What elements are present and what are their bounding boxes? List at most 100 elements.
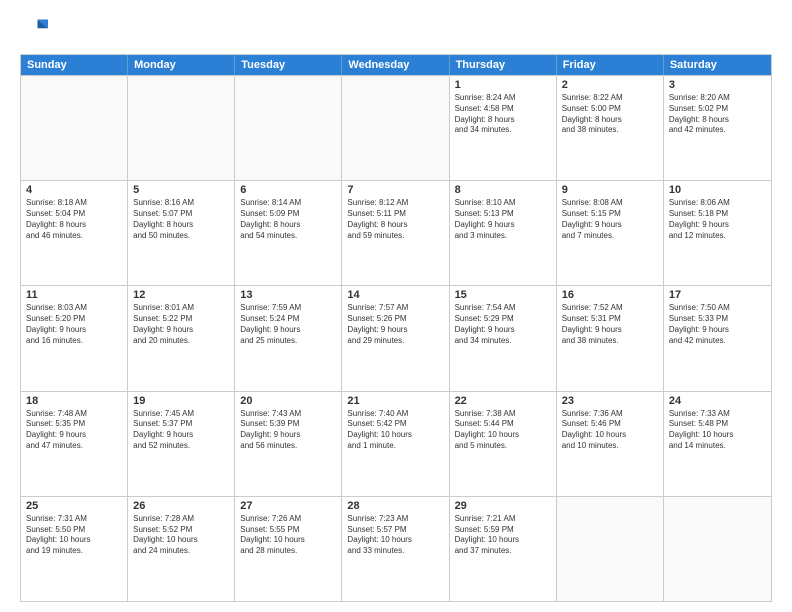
day-header-tuesday: Tuesday <box>235 55 342 75</box>
cal-cell: 19 Sunrise: 7:45 AM Sunset: 5:37 PM Dayli… <box>128 392 235 496</box>
cal-cell: 26 Sunrise: 7:28 AM Sunset: 5:52 PM Dayli… <box>128 497 235 601</box>
day-number: 29 <box>455 500 551 512</box>
cal-cell: 5Sunrise: 8:16 AM Sunset: 5:07 PM Daylig… <box>128 181 235 285</box>
day-info: Sunrise: 7:59 AM Sunset: 5:24 PM Dayligh… <box>240 303 336 346</box>
cal-cell: 17 Sunrise: 7:50 AM Sunset: 5:33 PM Dayli… <box>664 286 771 390</box>
calendar-header: SundayMondayTuesdayWednesdayThursdayFrid… <box>21 55 771 75</box>
day-info: Sunrise: 7:50 AM Sunset: 5:33 PM Dayligh… <box>669 303 766 346</box>
day-number: 4 <box>26 184 122 196</box>
cal-cell: 9 Sunrise: 8:08 AM Sunset: 5:15 PM Daylig… <box>557 181 664 285</box>
week-row-2: 4 Sunrise: 8:18 AM Sunset: 5:04 PM Daylig… <box>21 180 771 285</box>
day-info: Sunrise: 7:23 AM Sunset: 5:57 PM Dayligh… <box>347 514 443 557</box>
day-number: 13 <box>240 289 336 301</box>
day-info: Sunrise: 8:06 AM Sunset: 5:18 PM Dayligh… <box>669 198 766 241</box>
day-info: Sunrise: 8:16 AM Sunset: 5:07 PM Dayligh… <box>133 198 229 241</box>
day-header-saturday: Saturday <box>664 55 771 75</box>
cal-cell <box>21 76 128 180</box>
day-header-sunday: Sunday <box>21 55 128 75</box>
cal-cell <box>128 76 235 180</box>
day-number: 8 <box>455 184 551 196</box>
cal-cell: 28 Sunrise: 7:23 AM Sunset: 5:57 PM Dayli… <box>342 497 449 601</box>
day-info: Sunrise: 8:12 AM Sunset: 5:11 PM Dayligh… <box>347 198 443 241</box>
day-number: 19 <box>133 395 229 407</box>
day-number: 25 <box>26 500 122 512</box>
cal-cell <box>664 497 771 601</box>
day-info: Sunrise: 7:31 AM Sunset: 5:50 PM Dayligh… <box>26 514 122 557</box>
cal-cell <box>342 76 449 180</box>
day-number: 14 <box>347 289 443 301</box>
day-info: Sunrise: 8:18 AM Sunset: 5:04 PM Dayligh… <box>26 198 122 241</box>
day-info: Sunrise: 8:14 AM Sunset: 5:09 PM Dayligh… <box>240 198 336 241</box>
day-info: Sunrise: 7:33 AM Sunset: 5:48 PM Dayligh… <box>669 409 766 452</box>
day-info: Sunrise: 8:20 AM Sunset: 5:02 PM Dayligh… <box>669 93 766 136</box>
cal-cell: 10Sunrise: 8:06 AM Sunset: 5:18 PM Dayli… <box>664 181 771 285</box>
calendar-body: 1Sunrise: 8:24 AM Sunset: 4:58 PM Daylig… <box>21 75 771 601</box>
cal-cell: 8 Sunrise: 8:10 AM Sunset: 5:13 PM Daylig… <box>450 181 557 285</box>
day-number: 9 <box>562 184 658 196</box>
day-info: Sunrise: 7:48 AM Sunset: 5:35 PM Dayligh… <box>26 409 122 452</box>
day-header-thursday: Thursday <box>450 55 557 75</box>
cal-cell: 11 Sunrise: 8:03 AM Sunset: 5:20 PM Dayli… <box>21 286 128 390</box>
cal-cell: 4 Sunrise: 8:18 AM Sunset: 5:04 PM Daylig… <box>21 181 128 285</box>
day-number: 6 <box>240 184 336 196</box>
week-row-3: 11 Sunrise: 8:03 AM Sunset: 5:20 PM Dayli… <box>21 285 771 390</box>
day-number: 12 <box>133 289 229 301</box>
day-info: Sunrise: 7:43 AM Sunset: 5:39 PM Dayligh… <box>240 409 336 452</box>
logo <box>20 16 52 44</box>
day-number: 20 <box>240 395 336 407</box>
cal-cell: 18 Sunrise: 7:48 AM Sunset: 5:35 PM Dayli… <box>21 392 128 496</box>
week-row-5: 25 Sunrise: 7:31 AM Sunset: 5:50 PM Dayli… <box>21 496 771 601</box>
logo-icon <box>20 16 48 44</box>
day-header-friday: Friday <box>557 55 664 75</box>
day-number: 2 <box>562 79 658 91</box>
day-number: 17 <box>669 289 766 301</box>
day-header-monday: Monday <box>128 55 235 75</box>
day-info: Sunrise: 7:21 AM Sunset: 5:59 PM Dayligh… <box>455 514 551 557</box>
day-number: 16 <box>562 289 658 301</box>
cal-cell: 7 Sunrise: 8:12 AM Sunset: 5:11 PM Daylig… <box>342 181 449 285</box>
week-row-1: 1Sunrise: 8:24 AM Sunset: 4:58 PM Daylig… <box>21 75 771 180</box>
day-number: 28 <box>347 500 443 512</box>
cal-cell: 12 Sunrise: 8:01 AM Sunset: 5:22 PM Dayli… <box>128 286 235 390</box>
cal-cell <box>557 497 664 601</box>
cal-cell: 6 Sunrise: 8:14 AM Sunset: 5:09 PM Daylig… <box>235 181 342 285</box>
day-info: Sunrise: 8:22 AM Sunset: 5:00 PM Dayligh… <box>562 93 658 136</box>
cal-cell: 23Sunrise: 7:36 AM Sunset: 5:46 PM Dayli… <box>557 392 664 496</box>
day-info: Sunrise: 8:01 AM Sunset: 5:22 PM Dayligh… <box>133 303 229 346</box>
cal-cell: 21Sunrise: 7:40 AM Sunset: 5:42 PM Dayli… <box>342 392 449 496</box>
day-info: Sunrise: 7:52 AM Sunset: 5:31 PM Dayligh… <box>562 303 658 346</box>
day-number: 1 <box>455 79 551 91</box>
cal-cell: 16 Sunrise: 7:52 AM Sunset: 5:31 PM Dayli… <box>557 286 664 390</box>
cal-cell: 14 Sunrise: 7:57 AM Sunset: 5:26 PM Dayli… <box>342 286 449 390</box>
day-info: Sunrise: 8:08 AM Sunset: 5:15 PM Dayligh… <box>562 198 658 241</box>
cal-cell: 27 Sunrise: 7:26 AM Sunset: 5:55 PM Dayli… <box>235 497 342 601</box>
day-info: Sunrise: 7:26 AM Sunset: 5:55 PM Dayligh… <box>240 514 336 557</box>
cal-cell <box>235 76 342 180</box>
calendar: SundayMondayTuesdayWednesdayThursdayFrid… <box>20 54 772 602</box>
page: SundayMondayTuesdayWednesdayThursdayFrid… <box>0 0 792 612</box>
cal-cell: 15Sunrise: 7:54 AM Sunset: 5:29 PM Dayli… <box>450 286 557 390</box>
day-number: 26 <box>133 500 229 512</box>
day-number: 18 <box>26 395 122 407</box>
day-number: 27 <box>240 500 336 512</box>
cal-cell: 13 Sunrise: 7:59 AM Sunset: 5:24 PM Dayli… <box>235 286 342 390</box>
day-number: 11 <box>26 289 122 301</box>
day-number: 7 <box>347 184 443 196</box>
day-info: Sunrise: 8:03 AM Sunset: 5:20 PM Dayligh… <box>26 303 122 346</box>
cal-cell: 1Sunrise: 8:24 AM Sunset: 4:58 PM Daylig… <box>450 76 557 180</box>
cal-cell: 22Sunrise: 7:38 AM Sunset: 5:44 PM Dayli… <box>450 392 557 496</box>
day-info: Sunrise: 8:10 AM Sunset: 5:13 PM Dayligh… <box>455 198 551 241</box>
cal-cell: 25 Sunrise: 7:31 AM Sunset: 5:50 PM Dayli… <box>21 497 128 601</box>
cal-cell: 20 Sunrise: 7:43 AM Sunset: 5:39 PM Dayli… <box>235 392 342 496</box>
day-info: Sunrise: 7:45 AM Sunset: 5:37 PM Dayligh… <box>133 409 229 452</box>
day-info: Sunrise: 7:28 AM Sunset: 5:52 PM Dayligh… <box>133 514 229 557</box>
day-number: 3 <box>669 79 766 91</box>
day-header-wednesday: Wednesday <box>342 55 449 75</box>
cal-cell: 24Sunrise: 7:33 AM Sunset: 5:48 PM Dayli… <box>664 392 771 496</box>
day-info: Sunrise: 7:54 AM Sunset: 5:29 PM Dayligh… <box>455 303 551 346</box>
cal-cell: 2 Sunrise: 8:22 AM Sunset: 5:00 PM Daylig… <box>557 76 664 180</box>
day-info: Sunrise: 7:57 AM Sunset: 5:26 PM Dayligh… <box>347 303 443 346</box>
week-row-4: 18 Sunrise: 7:48 AM Sunset: 5:35 PM Dayli… <box>21 391 771 496</box>
day-number: 21 <box>347 395 443 407</box>
day-info: Sunrise: 7:36 AM Sunset: 5:46 PM Dayligh… <box>562 409 658 452</box>
